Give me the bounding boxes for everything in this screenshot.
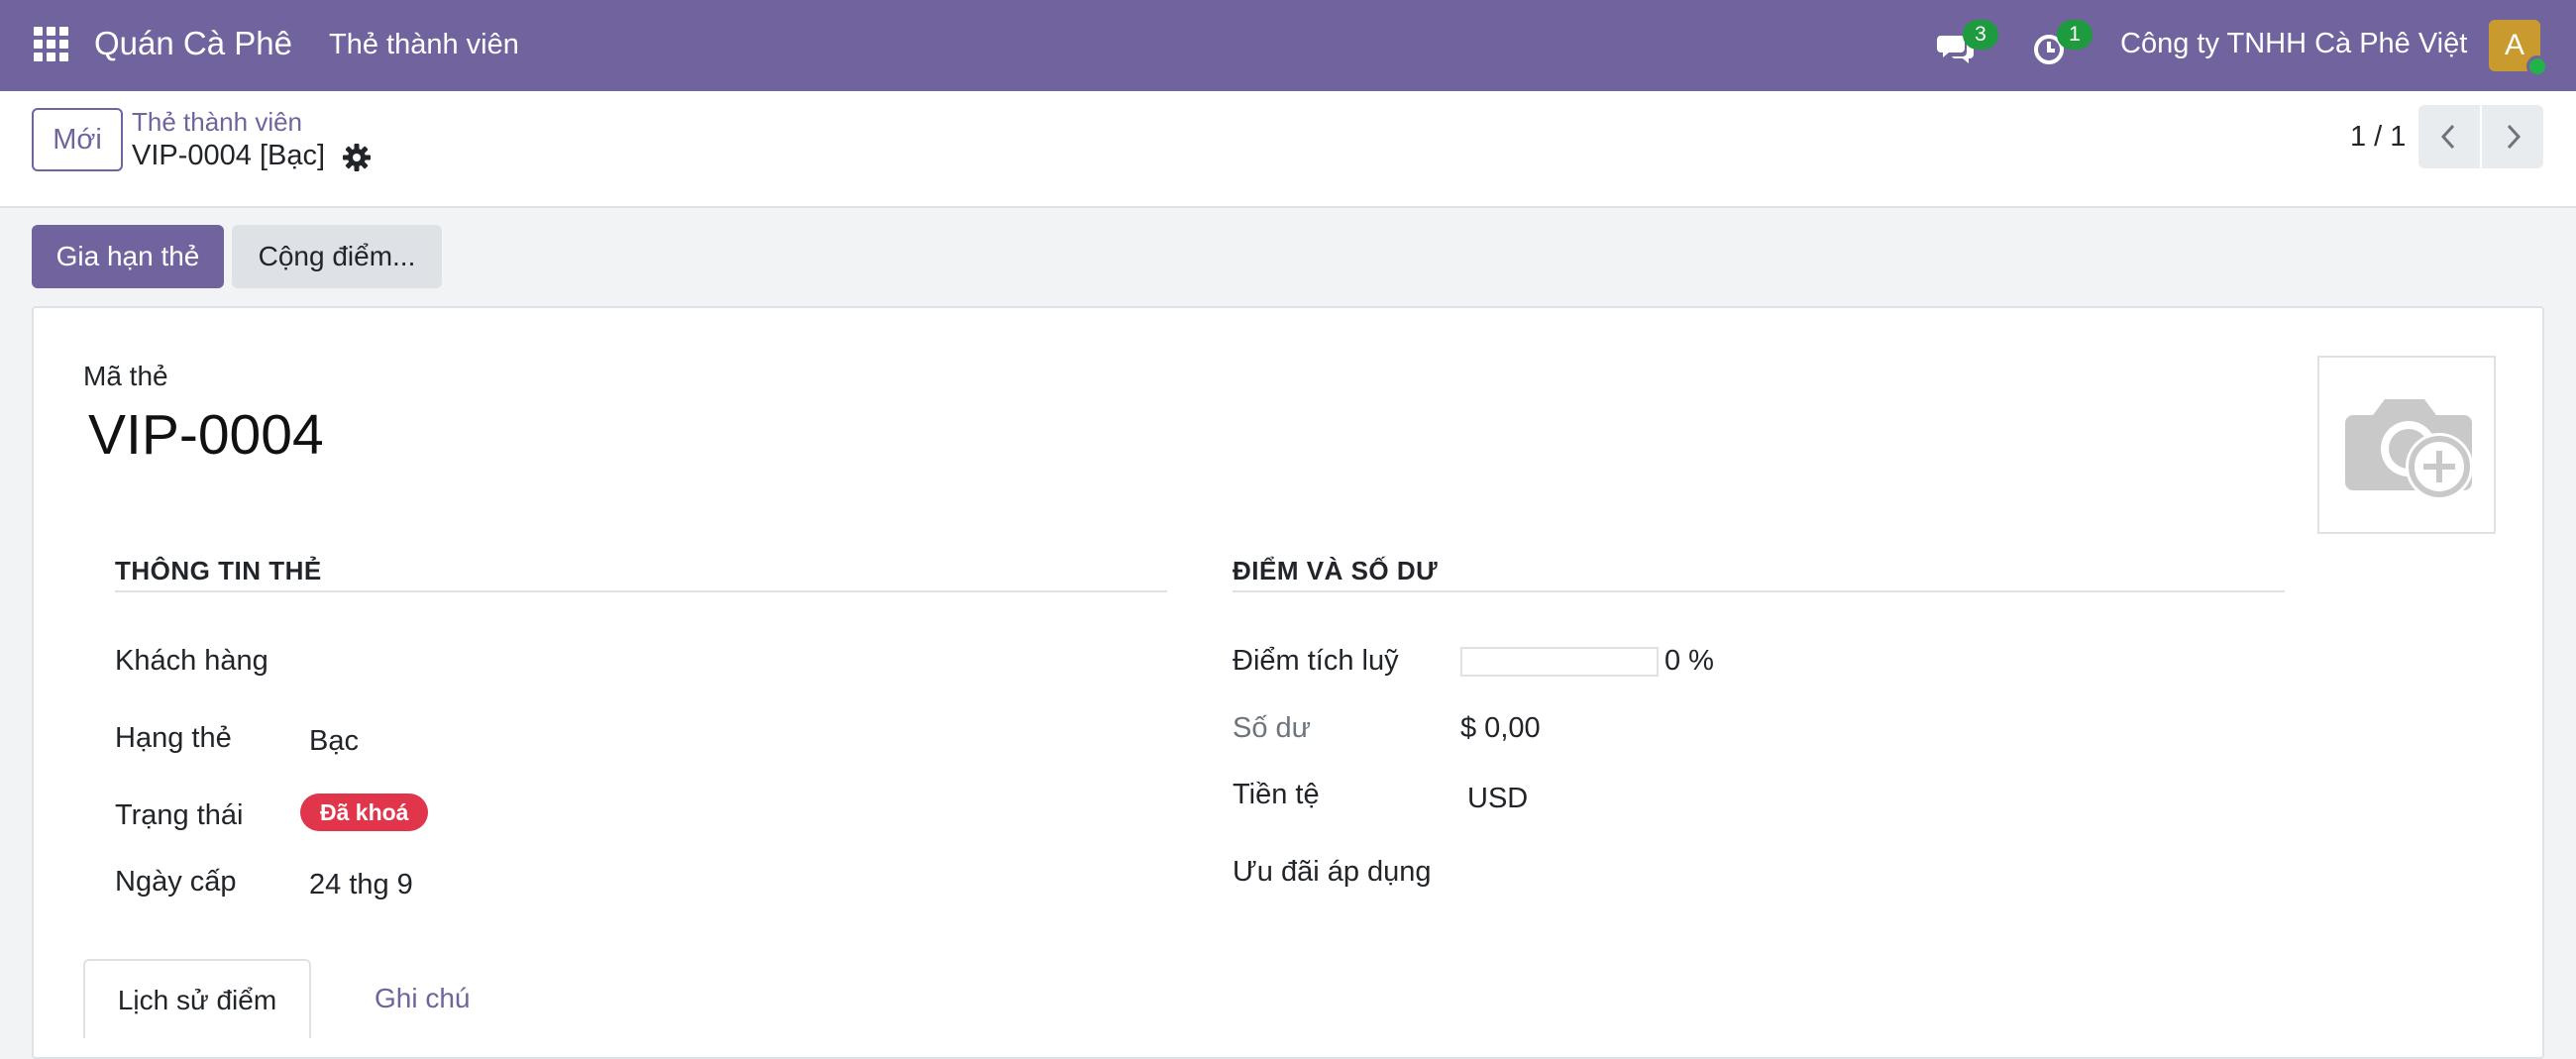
- currency-field[interactable]: USD: [1467, 783, 1528, 815]
- activities-count-badge: 1: [2057, 20, 2093, 50]
- card-code-field[interactable]: VIP-0004: [88, 402, 324, 468]
- status-label: Trạng thái: [115, 799, 244, 831]
- card-info-group-title: THÔNG TIN THẺ: [115, 556, 322, 585]
- new-button[interactable]: Mới: [32, 108, 123, 171]
- divider: [115, 590, 1167, 592]
- points-percent: 0 %: [1664, 645, 1714, 677]
- customer-label: Khách hàng: [115, 645, 268, 677]
- pager-value[interactable]: 1 / 1: [2350, 121, 2406, 154]
- tab-notes[interactable]: Ghi chú: [343, 959, 502, 1038]
- control-panel: Mới Thẻ thành viên VIP-0004 [Bạc] 1 / 1: [0, 91, 2576, 208]
- avatar-initial: A: [2504, 29, 2524, 61]
- balance-label: Số dư: [1233, 712, 1312, 744]
- tier-label: Hạng thẻ: [115, 722, 232, 754]
- balance-value: $ 0,00: [1460, 712, 1541, 744]
- add-points-button[interactable]: Cộng điểm...: [232, 225, 442, 288]
- company-switcher[interactable]: Công ty TNHH Cà Phê Việt: [2120, 28, 2467, 60]
- tier-field[interactable]: Bạc: [309, 725, 359, 758]
- form-sheet: Mã thẻ VIP-0004 THÔNG TIN THẺ Khách hàng…: [32, 306, 2544, 1059]
- chevron-left-icon: [2440, 124, 2455, 150]
- status-badge: Đã khoá: [300, 794, 429, 831]
- user-avatar[interactable]: A: [2489, 20, 2548, 77]
- gear-icon[interactable]: [342, 143, 372, 172]
- customer-field[interactable]: [307, 645, 902, 681]
- breadcrumb-membership-cards[interactable]: Thẻ thành viên: [132, 107, 302, 138]
- apps-menu-icon[interactable]: [34, 27, 69, 62]
- card-code-label: Mã thẻ: [83, 361, 168, 391]
- renew-card-button[interactable]: Gia hạn thẻ: [32, 225, 224, 288]
- image-upload[interactable]: [2317, 356, 2496, 534]
- camera-add-icon: [2345, 399, 2473, 500]
- tab-points-history[interactable]: Lịch sử điểm: [83, 959, 311, 1038]
- online-status-dot: [2526, 55, 2548, 77]
- top-navbar: Quán Cà Phê Thẻ thành viên 3 1 Công ty T…: [0, 0, 2576, 91]
- points-progress-bar: [1460, 647, 1659, 677]
- issue-date-field[interactable]: 24 thg 9: [309, 869, 413, 901]
- currency-label: Tiền tệ: [1233, 779, 1320, 810]
- menu-item-membership-cards[interactable]: Thẻ thành viên: [329, 29, 519, 61]
- chevron-right-icon: [2507, 124, 2522, 150]
- pager-previous-button[interactable]: [2418, 105, 2480, 168]
- record-title: VIP-0004 [Bạc]: [132, 140, 326, 171]
- points-label: Điểm tích luỹ: [1233, 645, 1399, 677]
- offers-label: Ưu đãi áp dụng: [1233, 856, 1432, 888]
- points-balance-group-title: ĐIỂM VÀ SỐ DƯ: [1233, 556, 1439, 585]
- app-brand[interactable]: Quán Cà Phê: [94, 25, 292, 62]
- pager-next-button[interactable]: [2482, 105, 2543, 168]
- messages-count-badge: 3: [1963, 20, 1998, 50]
- issue-date-label: Ngày cấp: [115, 866, 237, 898]
- messages-button[interactable]: 3: [1937, 20, 1998, 69]
- activities-button[interactable]: 1: [2031, 20, 2093, 69]
- divider: [1233, 590, 2285, 592]
